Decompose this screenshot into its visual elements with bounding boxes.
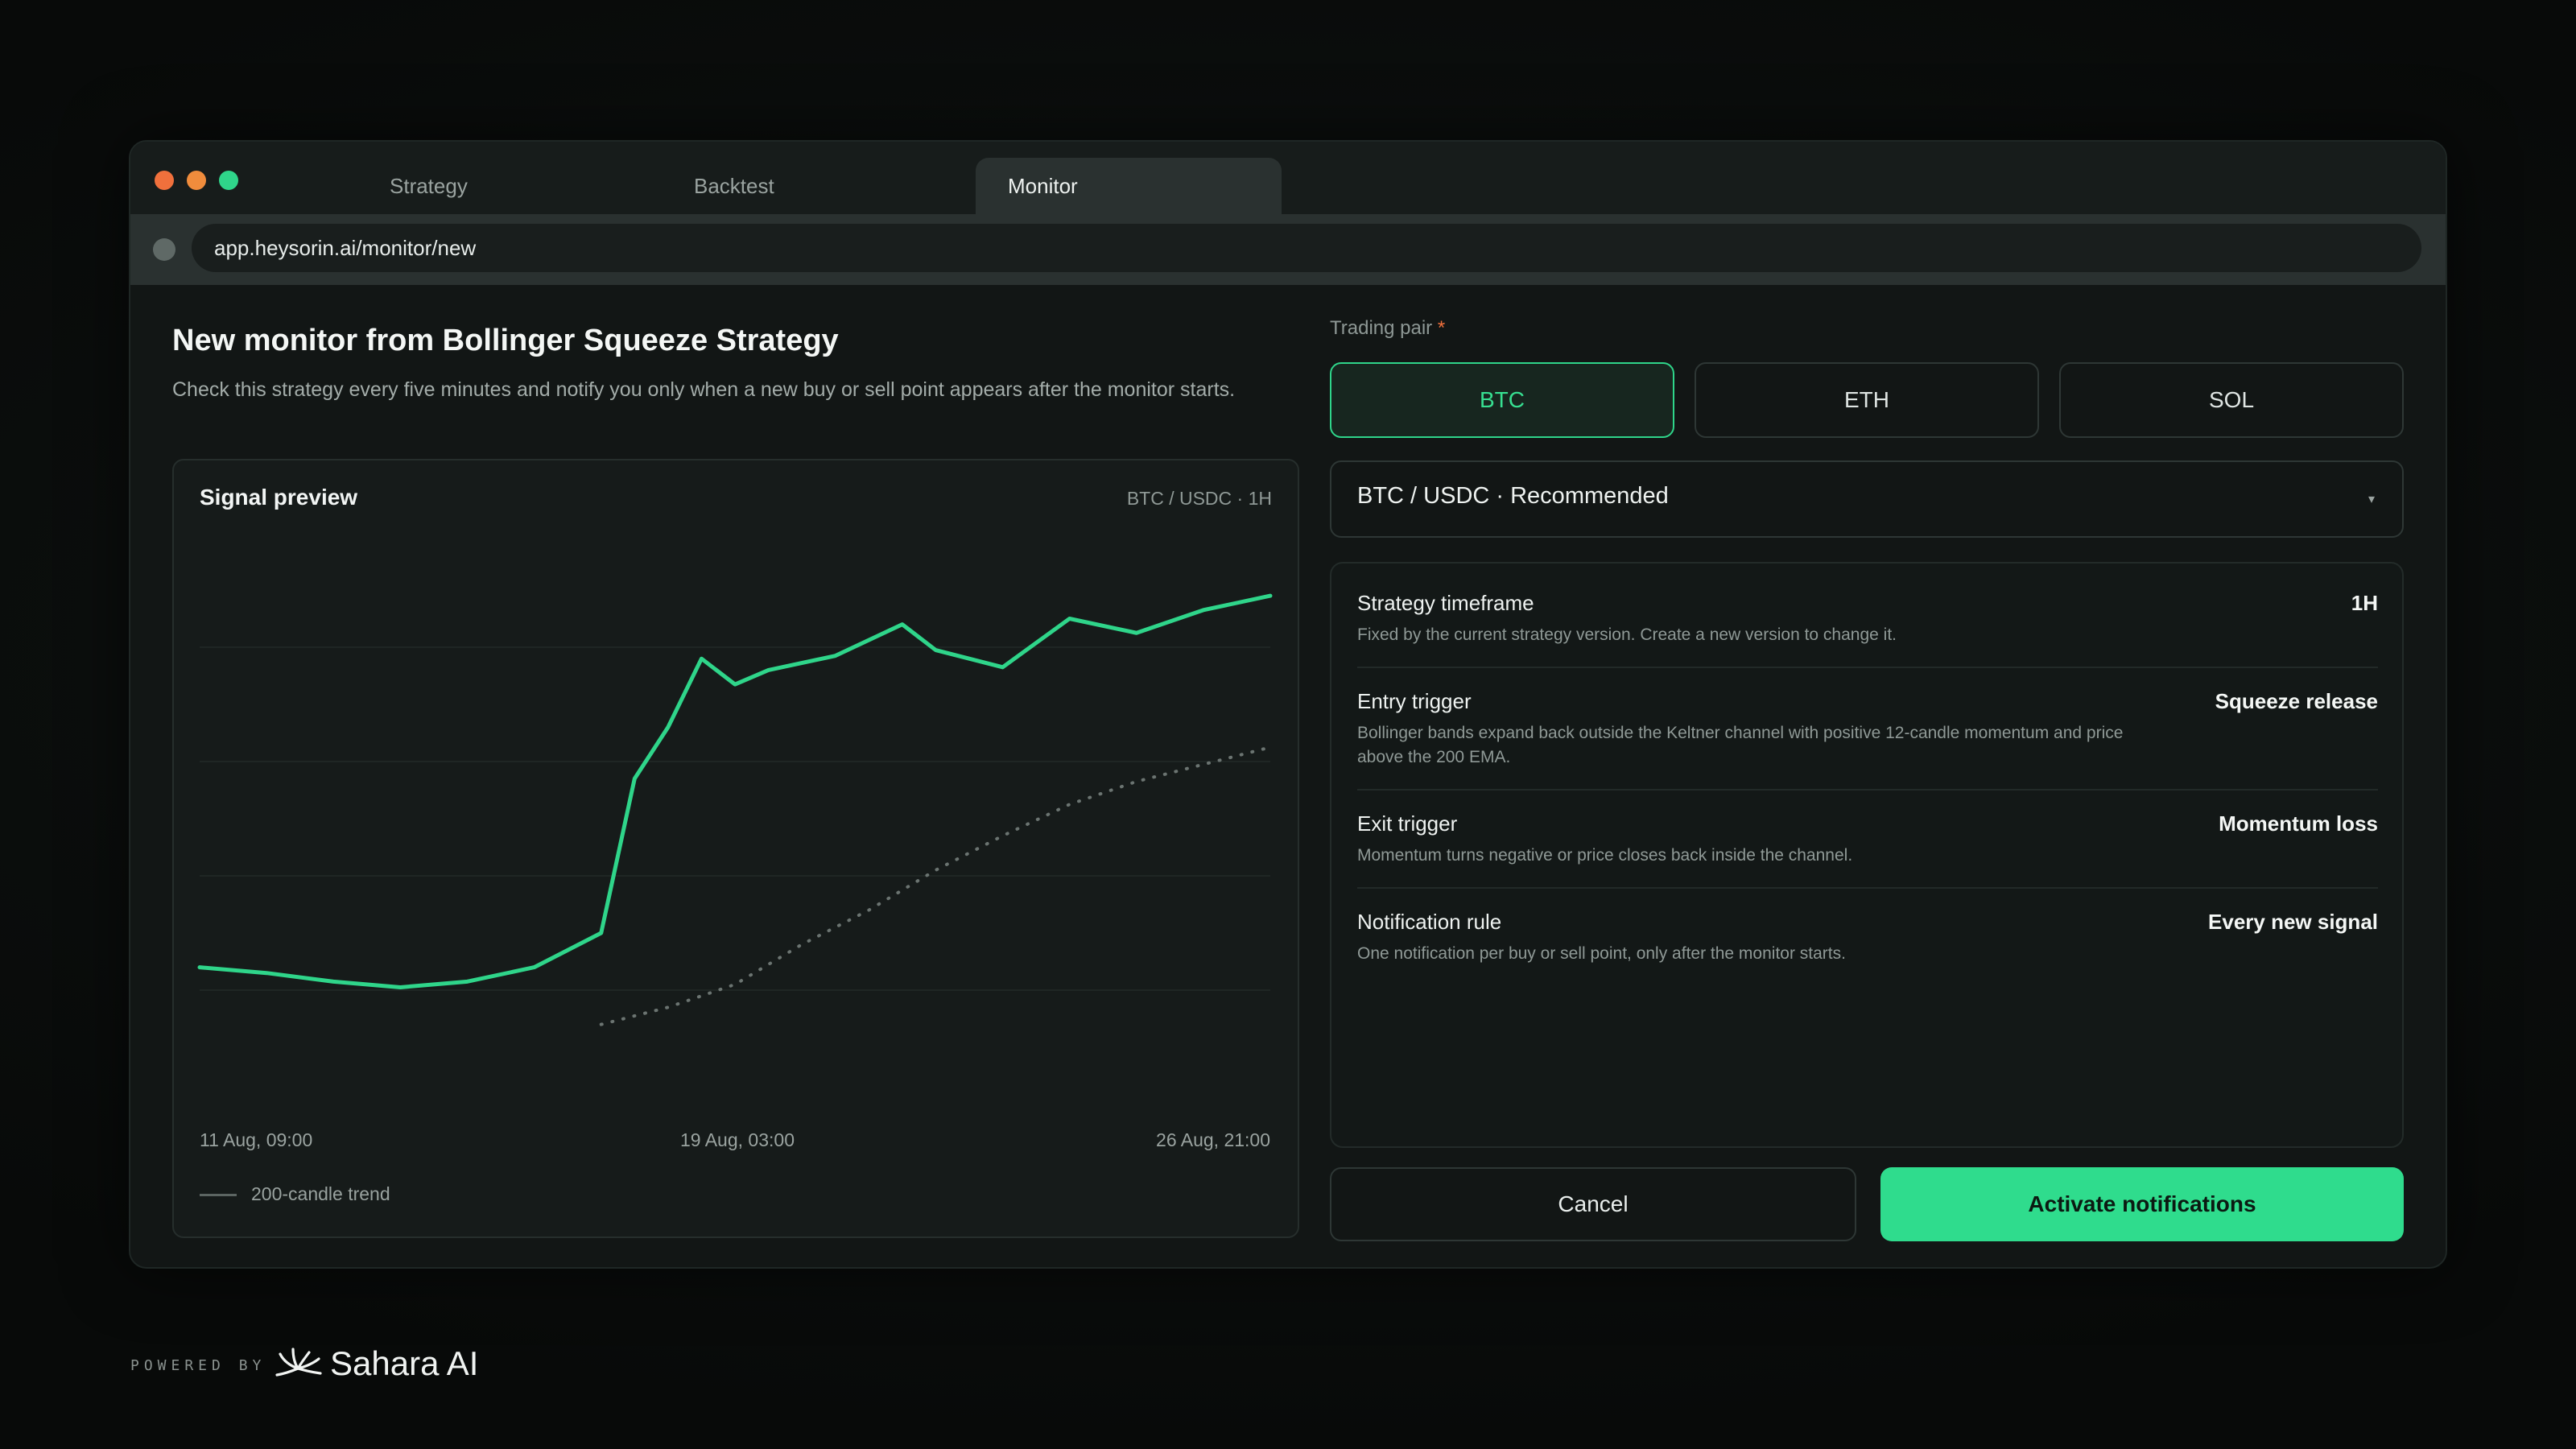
signal-chart: 11 Aug, 09:00 19 Aug, 03:00 26 Aug, 21:00 bbox=[197, 593, 1273, 1150]
rule-notification: Notification rule Every new signal One n… bbox=[1357, 910, 2378, 974]
sahara-logo-icon bbox=[275, 1348, 322, 1377]
maximize-window-button[interactable] bbox=[219, 171, 238, 190]
rule-description: Bollinger bands expand back outside the … bbox=[1357, 724, 2124, 766]
rule-exit-trigger: Exit trigger Momentum loss Momentum turn… bbox=[1357, 811, 2378, 876]
minimize-window-button[interactable] bbox=[187, 171, 206, 190]
powered-by-label: POWERED BY bbox=[130, 1357, 266, 1374]
rule-value: Momentum loss bbox=[2219, 811, 2378, 836]
x-tick-label: 19 Aug, 03:00 bbox=[680, 1129, 795, 1150]
x-tick-label: 26 Aug, 21:00 bbox=[1156, 1129, 1270, 1150]
tab-bar: Strategy Backtest Monitor bbox=[130, 142, 2446, 214]
rule-title: Strategy timeframe bbox=[1357, 591, 1534, 615]
rule-description: Fixed by the current strategy version. C… bbox=[1357, 625, 1897, 644]
rule-value: 1H bbox=[2351, 591, 2378, 615]
activate-notifications-button[interactable]: Activate notifications bbox=[1880, 1167, 2404, 1241]
rule-strategy-timeframe: Strategy timeframe 1H Fixed by the curre… bbox=[1357, 591, 2378, 655]
pair-button-eth[interactable]: ETH bbox=[1695, 362, 2039, 438]
x-tick-label: 11 Aug, 09:00 bbox=[200, 1129, 312, 1150]
rule-value: Every new signal bbox=[2208, 910, 2378, 934]
rule-entry-trigger: Entry trigger Squeeze release Bollinger … bbox=[1357, 689, 2378, 786]
page-title: New monitor from Bollinger Squeeze Strat… bbox=[172, 324, 839, 357]
tab-strategy[interactable]: Strategy bbox=[357, 158, 663, 214]
address-bar: app.heysorin.ai/monitor/new bbox=[130, 214, 2446, 285]
rule-title: Entry trigger bbox=[1357, 689, 1472, 713]
cancel-button[interactable]: Cancel bbox=[1330, 1167, 1856, 1241]
rule-divider bbox=[1357, 667, 2378, 668]
rule-description: Momentum turns negative or price closes … bbox=[1357, 846, 1853, 865]
tab-monitor[interactable]: Monitor bbox=[976, 158, 1282, 214]
required-mark: * bbox=[1437, 317, 1446, 339]
legend-line-swatch bbox=[200, 1194, 237, 1197]
rule-divider bbox=[1357, 789, 2378, 791]
chevron-down-icon: ▾ bbox=[2368, 493, 2375, 506]
rule-value: Squeeze release bbox=[2215, 689, 2378, 713]
browser-window: Strategy Backtest Monitor app.heysorin.a… bbox=[129, 140, 2447, 1269]
pair-button-sol[interactable]: SOL bbox=[2059, 362, 2404, 438]
close-window-button[interactable] bbox=[155, 171, 174, 190]
chart-legend: 200-candle trend bbox=[200, 1183, 390, 1205]
signal-preview-card: Signal preview BTC / USDC · 1H 11 Aug, 0… bbox=[172, 459, 1299, 1238]
url-input[interactable]: app.heysorin.ai/monitor/new bbox=[192, 224, 2421, 272]
trend-line-series bbox=[599, 745, 1272, 1026]
legend-label: 200-candle trend bbox=[251, 1183, 390, 1204]
rule-title: Notification rule bbox=[1357, 910, 1502, 934]
trading-pair-label: Trading pair * bbox=[1330, 317, 1446, 339]
rule-title: Exit trigger bbox=[1357, 811, 1458, 836]
market-select-value: BTC / USDC · Recommended bbox=[1357, 483, 1669, 509]
strategy-rules-panel: Strategy timeframe 1H Fixed by the curre… bbox=[1330, 562, 2404, 1148]
market-select[interactable]: BTC / USDC · Recommended ▾ bbox=[1330, 460, 2404, 538]
page-description: Check this strategy every five minutes a… bbox=[172, 378, 1236, 401]
sahara-brand-name: Sahara AI bbox=[330, 1344, 479, 1382]
rule-divider bbox=[1357, 887, 2378, 889]
rule-description: One notification per buy or sell point, … bbox=[1357, 944, 1846, 963]
tab-backtest[interactable]: Backtest bbox=[662, 158, 968, 214]
monitor-form-page: New monitor from Bollinger Squeeze Strat… bbox=[130, 285, 2446, 1267]
pair-button-btc[interactable]: BTC bbox=[1330, 362, 1674, 438]
site-info-icon[interactable] bbox=[153, 238, 175, 261]
